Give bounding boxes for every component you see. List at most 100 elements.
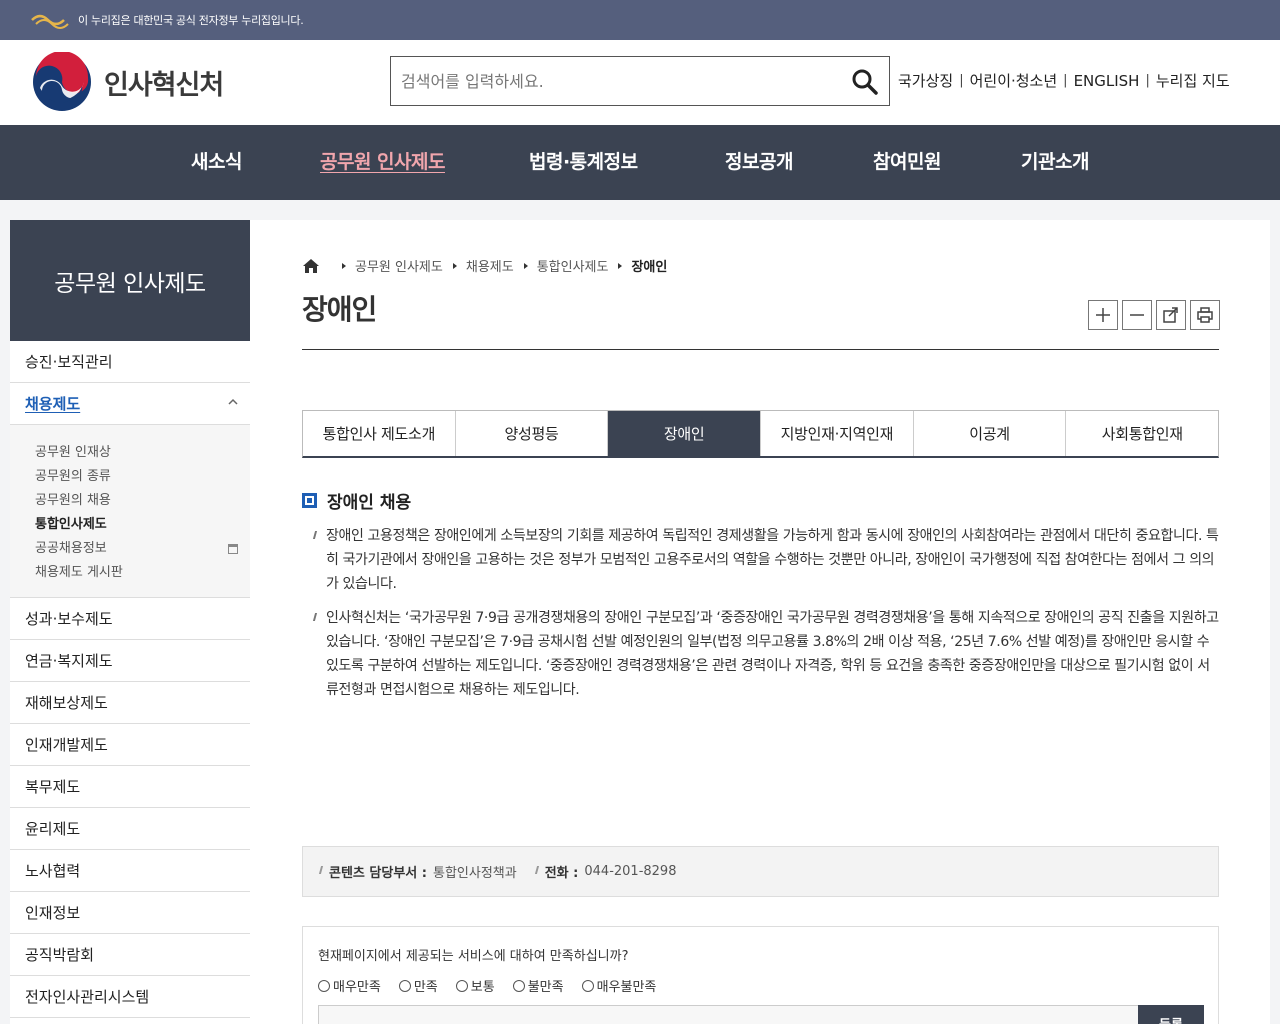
option-label: 매우불만족	[596, 980, 657, 995]
sub-item-types[interactable]: 공무원의 종류	[35, 465, 250, 489]
tab-gender-equality[interactable]: 양성평등	[455, 411, 609, 456]
site-logo[interactable]: 인사혁신처	[32, 52, 224, 112]
option-label: 매우만족	[333, 980, 381, 995]
print-button[interactable]	[1190, 300, 1220, 330]
side-item-service[interactable]: 복무제도	[10, 766, 250, 808]
section-title-text: 장애인 채용	[327, 493, 412, 513]
divider: |	[959, 73, 964, 88]
survey-submit-button[interactable]: 등록	[1138, 1005, 1204, 1024]
tab-integrated-intro[interactable]: 통합인사 제도소개	[303, 411, 456, 456]
breadcrumb-current: 장애인	[631, 260, 668, 275]
side-item-compensation[interactable]: 재해보상제도	[10, 682, 250, 724]
main-content: 공무원 인사제도 채용제도 통합인사제도 장애인 장애인 통합인사 제도소개 양…	[250, 220, 1270, 1024]
header: 인사혁신처 국가상징 | 어린이·청소년 | ENGLISH | 누리집 지도	[0, 40, 1280, 125]
nav-about[interactable]: 기관소개	[1021, 147, 1089, 174]
survey-comment-input[interactable]	[318, 1005, 1140, 1024]
survey-option-satisfied[interactable]: 만족	[398, 976, 438, 995]
util-link-sitemap[interactable]: 누리집 지도	[1156, 70, 1230, 91]
sub-item-integrated-hr[interactable]: 통합인사제도	[35, 513, 250, 537]
content-paragraph: 장애인 고용정책은 장애인에게 소득보장의 기회를 제공하여 독립적인 경제생활…	[326, 524, 1219, 596]
breadcrumb: 공무원 인사제도 채용제도 통합인사제도 장애인	[302, 256, 667, 275]
breadcrumb-arrow-icon	[342, 262, 346, 269]
search-box	[390, 56, 890, 106]
share-button[interactable]	[1156, 300, 1186, 330]
util-link-kids[interactable]: 어린이·청소년	[970, 70, 1058, 91]
home-icon[interactable]	[302, 258, 320, 274]
side-nav-title: 공무원 인사제도	[10, 220, 250, 341]
sub-item-board[interactable]: 채용제도 게시판	[35, 561, 250, 585]
sub-item-public-recruit[interactable]: 공공채용정보	[35, 537, 250, 561]
radio-button[interactable]	[581, 979, 594, 992]
taegeuk-logo-icon	[33, 52, 91, 111]
search-button[interactable]	[851, 68, 879, 96]
sub-item-talent[interactable]: 공무원 인재상	[35, 441, 250, 465]
search-input[interactable]	[391, 57, 831, 105]
tab-social-integration[interactable]: 사회통합인재	[1066, 411, 1219, 456]
radio-button[interactable]	[398, 979, 411, 992]
survey-option-very-satisfied[interactable]: 매우만족	[318, 976, 381, 995]
side-item-e-hr[interactable]: 전자인사관리시스템	[10, 976, 250, 1018]
radio-button[interactable]	[318, 979, 330, 992]
satisfaction-survey: 현재페이지에서 제공되는 서비스에 대하여 만족하십니까? 매우만족 만족 보통…	[302, 926, 1219, 1024]
survey-option-neutral[interactable]: 보통	[455, 976, 495, 995]
zoom-in-button[interactable]	[1088, 300, 1118, 330]
tab-science-eng[interactable]: 이공계	[913, 411, 1067, 456]
new-window-icon	[228, 544, 238, 554]
gov-banner: 이 누리집은 대한민국 공식 전자정부 누리집입니다.	[0, 0, 1280, 40]
survey-option-very-dissatisfied[interactable]: 매우불만족	[581, 976, 657, 995]
breadcrumb-item[interactable]: 채용제도	[466, 256, 514, 275]
section-title: 장애인 채용	[302, 488, 411, 513]
search-icon	[852, 69, 878, 95]
breadcrumb-item[interactable]: 공무원 인사제도	[355, 256, 443, 275]
tab-regional-talent[interactable]: 지방인재·지역인재	[761, 411, 914, 456]
phone-value: 044-201-8298	[584, 864, 677, 879]
divider: |	[1063, 73, 1068, 88]
side-item-ethics[interactable]: 윤리제도	[10, 808, 250, 850]
utility-links: 국가상징 | 어린이·청소년 | ENGLISH | 누리집 지도	[898, 70, 1230, 91]
option-label: 만족	[413, 980, 438, 995]
nav-civil-participation[interactable]: 참여민원	[873, 147, 941, 174]
side-item-label: 채용제도	[25, 395, 81, 413]
phone-label: 전화 :	[545, 862, 579, 881]
tab-disabled[interactable]: 장애인	[608, 411, 762, 456]
side-nav: 공무원 인사제도 승진·보직관리 채용제도 공무원 인재상 공무원의 종류 공무…	[10, 220, 250, 1024]
radio-button[interactable]	[455, 979, 468, 992]
dept-value: 통합인사정책과	[432, 866, 517, 881]
side-item-performance[interactable]: 성과·보수제도	[10, 598, 250, 640]
section-bullet-icon	[302, 493, 317, 508]
radio-button[interactable]	[512, 979, 525, 992]
side-item-fair[interactable]: 공직박람회	[10, 934, 250, 976]
util-link-national-symbols[interactable]: 국가상징	[898, 70, 953, 91]
zoom-out-button[interactable]	[1122, 300, 1152, 330]
side-item-labor[interactable]: 노사협력	[10, 850, 250, 892]
breadcrumb-item[interactable]: 통합인사제도	[537, 256, 609, 275]
side-item-development[interactable]: 인재개발제도	[10, 724, 250, 766]
divider: |	[1145, 73, 1150, 88]
side-item-recruitment[interactable]: 채용제도	[10, 383, 250, 425]
side-item-pension[interactable]: 연금·복지제도	[10, 640, 250, 682]
side-item-talent-info[interactable]: 인재정보	[10, 892, 250, 934]
sub-item-hiring[interactable]: 공무원의 채용	[35, 489, 250, 513]
gov-logo-icon	[30, 11, 70, 29]
page-title: 장애인	[302, 293, 377, 326]
plus-icon	[1096, 308, 1110, 322]
option-label: 보통	[470, 980, 495, 995]
title-divider	[302, 349, 1219, 350]
print-icon	[1197, 307, 1213, 323]
util-link-english[interactable]: ENGLISH	[1074, 72, 1140, 90]
nav-law-stats[interactable]: 법령·통계정보	[529, 147, 638, 174]
breadcrumb-arrow-icon	[452, 262, 457, 269]
nav-hr-system[interactable]: 공무원 인사제도	[320, 147, 445, 174]
sub-item-label: 공공채용정보	[35, 541, 107, 556]
nav-info-disclosure[interactable]: 정보공개	[725, 147, 793, 174]
survey-question: 현재페이지에서 제공되는 서비스에 대하여 만족하십니까?	[318, 949, 629, 964]
option-label: 불만족	[527, 980, 564, 995]
contact-info-box: 콘텐츠 담당부서 : 통합인사정책과 전화 : 044-201-8298	[302, 846, 1219, 897]
nav-news[interactable]: 새소식	[191, 147, 242, 174]
side-item-promotion[interactable]: 승진·보직관리	[10, 341, 250, 383]
survey-option-dissatisfied[interactable]: 불만족	[512, 976, 564, 995]
minus-icon	[1130, 314, 1144, 316]
breadcrumb-arrow-icon	[618, 262, 623, 269]
breadcrumb-arrow-icon	[523, 262, 528, 269]
site-logo-text: 인사혁신처	[104, 69, 224, 101]
